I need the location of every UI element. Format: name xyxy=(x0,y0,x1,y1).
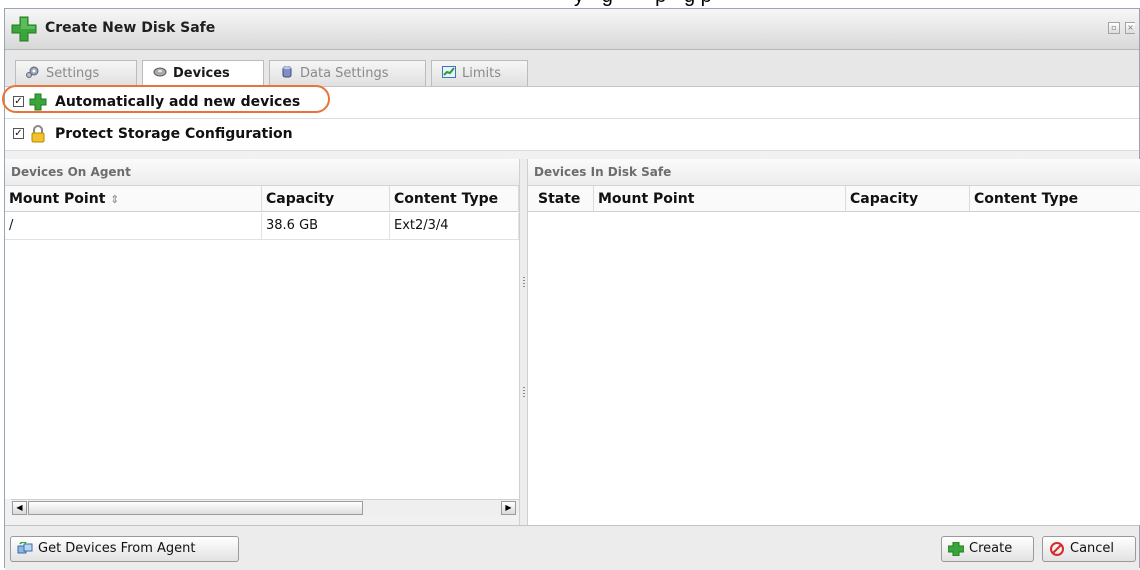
column-safe-content-type-label: Content Type xyxy=(974,191,1079,207)
column-header-mount-point[interactable]: Mount Point ⇕ xyxy=(5,186,262,212)
column-header-capacity[interactable]: Capacity xyxy=(262,186,390,212)
column-header-content-type[interactable]: Content Type xyxy=(390,186,519,212)
splitter-grip-icon xyxy=(523,277,525,289)
table-row-capacity[interactable]: 38.6 GB xyxy=(262,213,390,240)
sort-icon: ⇕ xyxy=(110,193,120,206)
minimize-button[interactable]: ▫ xyxy=(1108,22,1120,34)
tab-devices-label: Devices xyxy=(173,66,230,81)
table-row-content-type[interactable]: Ext2/3/4 xyxy=(390,213,519,240)
dialog-title: Create New Disk Safe xyxy=(45,20,216,36)
highlight-callout xyxy=(2,85,330,113)
column-header-safe-mount-point[interactable]: Mount Point xyxy=(594,186,846,212)
tab-data-settings-label: Data Settings xyxy=(300,66,389,81)
column-header-safe-capacity[interactable]: Capacity xyxy=(846,186,970,212)
column-mount-point-label: Mount Point xyxy=(9,191,106,207)
cancel-icon xyxy=(1050,542,1064,556)
gear-icon xyxy=(26,66,39,78)
panel-splitter[interactable] xyxy=(519,159,528,528)
disk-icon xyxy=(153,67,167,77)
cancel-label: Cancel xyxy=(1070,541,1115,556)
dialog-footer: Get Devices From Agent Create Cancel xyxy=(5,525,1139,570)
column-header-safe-content-type[interactable]: Content Type xyxy=(970,186,1140,212)
get-devices-button[interactable]: Get Devices From Agent xyxy=(10,536,239,562)
column-safe-mount-point-label: Mount Point xyxy=(598,191,695,207)
lock-icon xyxy=(31,125,45,143)
tab-devices[interactable]: Devices xyxy=(142,60,264,87)
scroll-thumb[interactable] xyxy=(28,501,363,515)
devices-in-disk-safe-panel: Devices In Disk Safe State Mount Point C… xyxy=(528,159,1140,525)
horizontal-scrollbar[interactable]: ◀ ▶ xyxy=(11,499,519,516)
database-icon xyxy=(282,66,292,78)
splitter-grip-icon xyxy=(523,387,525,399)
tab-limits[interactable]: Limits xyxy=(431,60,528,86)
create-label: Create xyxy=(969,541,1013,556)
scroll-right-icon[interactable]: ▶ xyxy=(501,501,516,515)
column-content-type-label: Content Type xyxy=(394,191,499,207)
protect-storage-checkbox[interactable]: ✓ xyxy=(13,128,24,139)
cropped-caption: y · g · · · p · g p xyxy=(0,0,1140,7)
dialog-titlebar: Create New Disk Safe ▫ × xyxy=(5,9,1139,50)
column-safe-capacity-label: Capacity xyxy=(850,191,919,207)
green-plus-icon xyxy=(11,16,37,42)
refresh-devices-icon xyxy=(17,542,33,554)
devices-in-disk-safe-title: Devices In Disk Safe xyxy=(534,165,672,179)
close-button[interactable]: × xyxy=(1125,22,1135,34)
table-row-mount-point[interactable]: / xyxy=(5,213,262,240)
column-header-state[interactable]: State xyxy=(528,186,594,212)
tab-bar: Settings Devices Data Settings Limits xyxy=(5,50,1139,87)
create-button[interactable]: Create xyxy=(941,536,1034,562)
cancel-button[interactable]: Cancel xyxy=(1042,536,1136,562)
tab-data-settings[interactable]: Data Settings xyxy=(269,60,426,86)
green-plus-icon xyxy=(948,542,964,556)
tab-limits-label: Limits xyxy=(462,66,501,81)
column-state-label: State xyxy=(538,191,581,207)
protect-storage-row: ✓ Protect Storage Configuration xyxy=(5,119,1139,151)
scroll-left-icon[interactable]: ◀ xyxy=(12,501,27,515)
devices-on-agent-panel: Devices On Agent Mount Point ⇕ Capacity … xyxy=(5,159,519,499)
get-devices-label: Get Devices From Agent xyxy=(38,541,196,556)
tab-settings[interactable]: Settings xyxy=(15,60,137,86)
protect-storage-label: Protect Storage Configuration xyxy=(55,126,293,142)
column-capacity-label: Capacity xyxy=(266,191,335,207)
devices-on-agent-header: Devices On Agent xyxy=(5,159,519,186)
devices-in-disk-safe-header: Devices In Disk Safe xyxy=(528,159,1140,186)
chart-icon xyxy=(442,66,456,78)
tab-settings-label: Settings xyxy=(46,66,100,81)
devices-on-agent-title: Devices On Agent xyxy=(11,165,131,179)
